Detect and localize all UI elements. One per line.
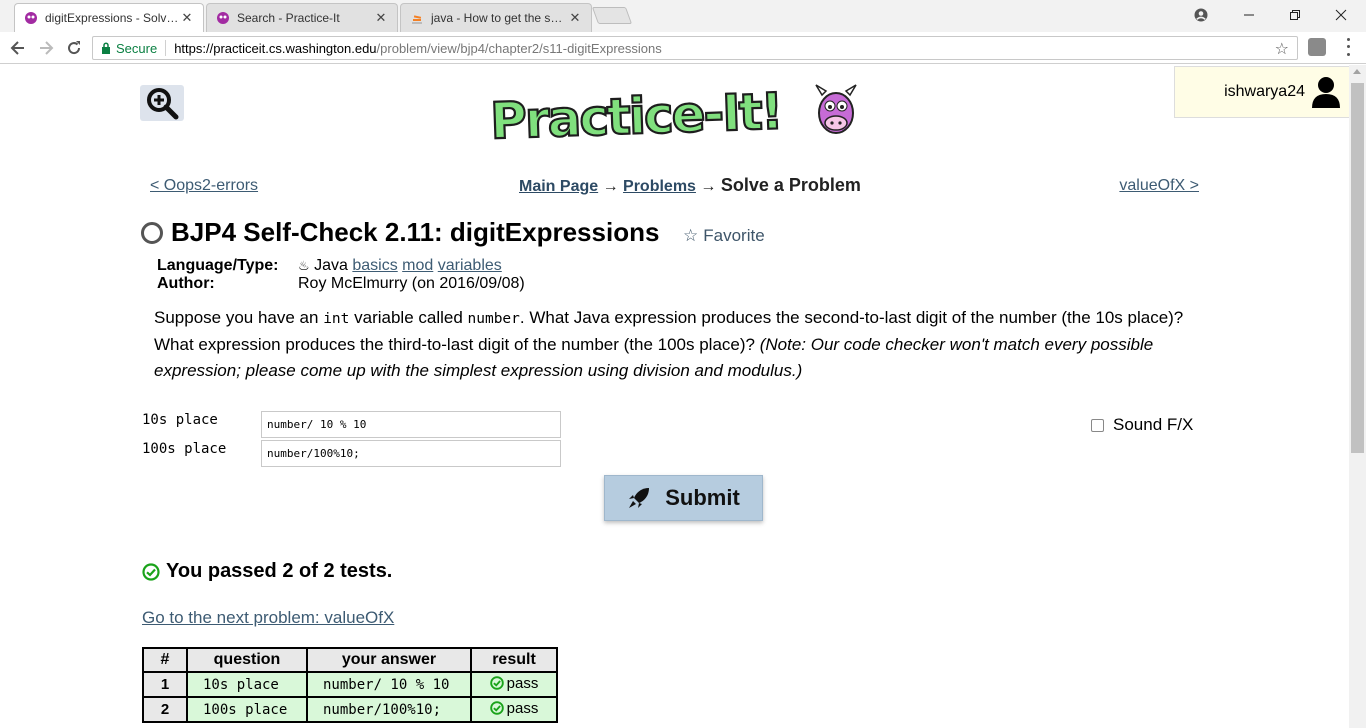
- extension-icon[interactable]: [1308, 38, 1326, 56]
- secure-label: Secure: [116, 40, 158, 56]
- row-question: 100s place: [186, 696, 308, 723]
- breadcrumb: Main Page → Problems → Solve a Problem: [519, 175, 861, 196]
- problem-description: Suppose you have an int variable called …: [154, 308, 1184, 380]
- row-result: pass: [470, 671, 558, 698]
- row-number: 2: [142, 696, 188, 723]
- page-title: BJP4 Self-Check 2.11: digitExpressions: [171, 217, 660, 247]
- tag-link[interactable]: mod: [402, 257, 433, 274]
- results-table: # question your answer result 1 10s plac…: [142, 647, 558, 723]
- test-result-summary: You passed 2 of 2 tests.: [142, 560, 392, 583]
- tab-stackoverflow[interactable]: java - How to get the separate digits ✕: [400, 3, 592, 32]
- breadcrumb-problems[interactable]: Problems: [623, 178, 696, 195]
- field-label-10s: 10s place: [142, 412, 218, 428]
- breadcrumb-current: Solve a Problem: [720, 175, 861, 195]
- row-answer: number/100%10;: [306, 696, 472, 723]
- page-viewport: Practice-It! ishwarya24 < Oops2-errors M…: [0, 65, 1349, 728]
- column-header: question: [186, 647, 308, 673]
- back-arrow-icon[interactable]: [6, 36, 30, 60]
- tab-title: java - How to get the separate digits: [431, 11, 567, 25]
- close-tab-icon[interactable]: ✕: [373, 10, 389, 26]
- status-circle-icon: [141, 221, 163, 244]
- profile-icon[interactable]: [1178, 0, 1224, 30]
- previous-problem-link[interactable]: < Oops2-errors: [150, 177, 258, 195]
- practiceit-icon: [25, 12, 37, 24]
- row-question: 10s place: [186, 671, 308, 698]
- practice-it-logo: Practice-It!: [488, 81, 857, 143]
- tag-link[interactable]: variables: [438, 257, 502, 274]
- url-host: https://practiceit.cs.washington.edu: [174, 40, 377, 56]
- breadcrumb-main-page[interactable]: Main Page: [519, 178, 598, 195]
- problem-header: BJP4 Self-Check 2.11: digitExpressions: [141, 217, 659, 248]
- cow-mascot-icon: [815, 84, 857, 134]
- submit-label: Submit: [665, 485, 740, 510]
- language-key: Language/Type:: [157, 257, 279, 274]
- scrollbar-thumb[interactable]: [1351, 83, 1364, 453]
- restore-icon[interactable]: [1272, 0, 1318, 30]
- secure-indicator[interactable]: Secure: [101, 40, 167, 56]
- url-path: /problem/view/bjp4/chapter2/s11-digitExp…: [376, 40, 662, 56]
- new-tab-button[interactable]: [591, 7, 633, 24]
- address-toolbar: Secure https://practiceit.cs.washington.…: [0, 32, 1366, 64]
- close-tab-icon[interactable]: ✕: [567, 10, 583, 26]
- row-result: pass: [470, 696, 558, 723]
- author-key: Author:: [157, 275, 215, 292]
- column-header: #: [142, 647, 188, 673]
- author-value: Roy McElmurry (on 2016/09/08): [298, 275, 525, 292]
- table-row: 2 100s place number/100%10; pass: [142, 696, 558, 723]
- java-icon: ♨: [298, 258, 310, 273]
- magnifier-plus-icon: [147, 88, 179, 120]
- submit-button[interactable]: Submit: [604, 475, 763, 521]
- favorite-button[interactable]: ☆ Favorite: [683, 226, 765, 246]
- breadcrumb-arrow: →: [695, 178, 721, 195]
- sound-checkbox[interactable]: [1091, 418, 1104, 432]
- answer-input-10s[interactable]: [261, 411, 561, 438]
- column-header: result: [470, 647, 558, 673]
- tag-link[interactable]: basics: [352, 257, 397, 274]
- code-number: number: [467, 311, 520, 327]
- code-int: int: [323, 311, 350, 327]
- table-row: 1 10s place number/ 10 % 10 pass: [142, 671, 558, 698]
- close-window-icon[interactable]: [1318, 0, 1364, 30]
- stackoverflow-icon: [412, 15, 422, 24]
- check-circle-icon: [142, 562, 160, 581]
- practiceit-icon: [217, 12, 229, 24]
- answer-input-100s[interactable]: [261, 440, 561, 467]
- user-icon: [1312, 77, 1340, 108]
- scroll-up-arrow-icon[interactable]: [1353, 69, 1361, 74]
- svg-text:Practice-It!: Practice-It!: [489, 82, 782, 143]
- tab-strip: digitExpressions - Solve a Problem ✕ Sea…: [0, 0, 1366, 32]
- reload-icon[interactable]: [62, 36, 86, 60]
- problem-meta: Language/Type: ♨ Java basics mod variabl…: [157, 257, 525, 293]
- favorite-label: Favorite: [703, 226, 765, 245]
- tab-title: digitExpressions - Solve a Problem: [45, 11, 179, 25]
- tab-title: Search - Practice-It: [237, 11, 340, 25]
- breadcrumb-arrow: →: [598, 178, 624, 195]
- row-number: 1: [142, 671, 188, 698]
- vertical-scrollbar[interactable]: [1349, 65, 1366, 728]
- lock-icon: [102, 42, 110, 54]
- browser-menu-icon[interactable]: [1338, 36, 1358, 58]
- sound-fx-toggle[interactable]: Sound F/X: [1091, 415, 1193, 435]
- check-circle-icon: [489, 701, 504, 716]
- field-label-100s: 100s place: [142, 441, 227, 457]
- user-menu[interactable]: ishwarya24: [1174, 66, 1349, 118]
- column-header: your answer: [306, 647, 472, 673]
- go-next-problem-link[interactable]: Go to the next problem: valueOfX: [142, 608, 394, 628]
- username: ishwarya24: [1224, 83, 1305, 100]
- next-problem-link[interactable]: valueOfX >: [1119, 177, 1199, 195]
- zoom-in-button[interactable]: [140, 85, 184, 121]
- forward-arrow-icon[interactable]: [34, 36, 58, 60]
- bookmark-star-icon[interactable]: ☆: [1275, 39, 1289, 59]
- close-tab-icon[interactable]: ✕: [179, 10, 195, 26]
- check-circle-icon: [489, 676, 504, 691]
- tab-digitexpressions[interactable]: digitExpressions - Solve a Problem ✕: [14, 3, 204, 32]
- row-answer: number/ 10 % 10: [306, 671, 472, 698]
- minimize-icon[interactable]: [1226, 0, 1272, 30]
- rocket-icon: [629, 488, 650, 508]
- language-value: ♨ Java basics mod variables: [298, 257, 502, 274]
- url-bar[interactable]: Secure https://practiceit.cs.washington.…: [92, 36, 1298, 60]
- sound-label: Sound F/X: [1113, 415, 1194, 434]
- star-icon: ☆: [683, 226, 699, 245]
- tab-search[interactable]: Search - Practice-It ✕: [206, 3, 398, 32]
